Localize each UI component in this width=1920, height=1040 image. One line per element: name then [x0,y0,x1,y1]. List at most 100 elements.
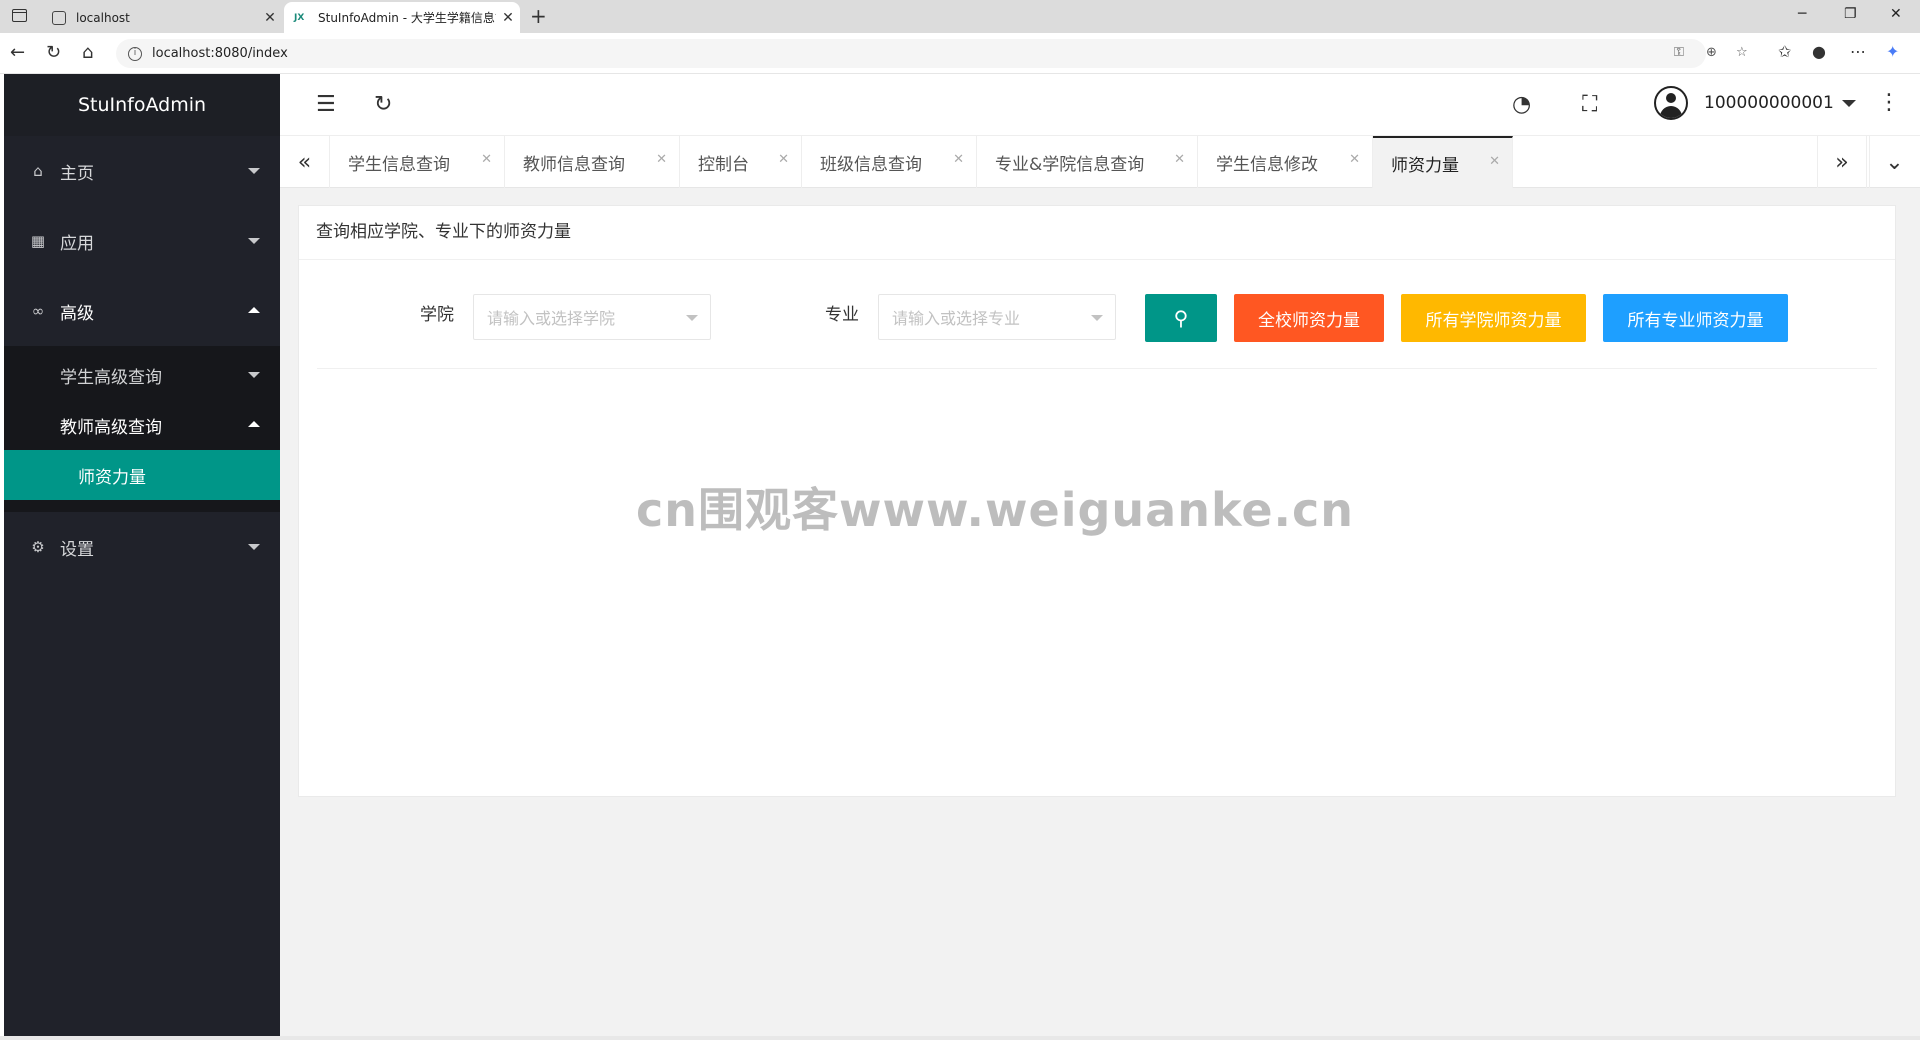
chevron-down-icon [686,315,698,321]
tab-student-info[interactable]: 学生信息查询 ✕ [330,136,505,188]
user-menu[interactable]: 100000000001 [1654,86,1856,120]
college-select[interactable]: 请输入或选择学院 [473,294,711,340]
all-school-faculty-button[interactable]: 全校师资力量 [1234,294,1384,342]
home-icon: ⌂ [33,162,43,180]
back-icon[interactable]: ← [10,42,25,63]
profile-icon[interactable]: ● [1812,42,1826,61]
search-icon: ⚲ [1173,306,1189,330]
zoom-icon[interactable]: ⊕ [1706,45,1717,60]
page-tabs-bar: « 学生信息查询 ✕ 教师信息查询 ✕ 控制台 ✕ 班级信息查询 ✕ 专业&学院… [280,136,1920,188]
tab-student-edit[interactable]: 学生信息修改 ✕ [1198,136,1373,188]
url-text: localhost:8080/index [152,46,288,61]
app-logo[interactable]: StuInfoAdmin [4,74,280,136]
copilot-icon[interactable]: ✦ [1886,42,1899,61]
tab-class-info[interactable]: 班级信息查询 ✕ [802,136,977,188]
sidebar-item-apps[interactable]: ▦ 应用 [4,206,280,276]
chevron-up-icon [248,307,260,313]
sidebar-item-home[interactable]: ⌂ 主页 [4,136,280,206]
info-icon[interactable]: i [128,46,142,61]
tab-label: 学生信息修改 [1216,154,1318,175]
close-tab-icon[interactable]: ✕ [258,10,282,26]
tab-faculty-strength[interactable]: 师资力量 ✕ [1373,136,1513,188]
tab-major-college-info[interactable]: 专业&学院信息查询 ✕ [977,136,1198,188]
all-majors-faculty-button[interactable]: 所有专业师资力量 [1603,294,1788,342]
major-select[interactable]: 请输入或选择专业 [878,294,1116,340]
chevron-down-icon [1841,99,1856,107]
search-button[interactable]: ⚲ [1145,294,1217,342]
avatar [1654,86,1688,120]
more-icon[interactable]: ⋯ [1850,42,1866,61]
divider [317,368,1877,369]
close-icon[interactable]: ✕ [1174,152,1185,167]
window-menu-icon[interactable] [12,9,27,22]
favorite-star-icon[interactable]: ☆ [1736,45,1748,60]
close-icon[interactable]: ✕ [1349,152,1360,167]
tab-label: 专业&学院信息查询 [995,154,1145,175]
more-vertical-icon[interactable]: ⋮ [1878,90,1900,115]
close-icon[interactable]: ✕ [778,152,789,167]
chevron-down-icon [248,372,260,378]
browser-tab-localhost[interactable]: localhost ✕ [42,2,282,33]
new-tab-button[interactable]: + [530,4,547,28]
college-placeholder: 请输入或选择学院 [487,309,616,328]
chevron-up-icon [248,421,260,427]
browser-tab-title: localhost [76,10,130,25]
key-icon[interactable]: ⚿ [1674,45,1684,60]
chevron-down-icon [248,544,260,550]
college-label: 学院 [420,305,454,325]
restore-button[interactable]: ❐ [1844,6,1857,22]
all-colleges-faculty-button[interactable]: 所有学院师资力量 [1401,294,1586,342]
home-icon[interactable]: ⌂ [82,42,93,63]
minimize-button[interactable]: ─ [1798,6,1806,22]
favorites-icon[interactable]: ✩ [1778,42,1791,61]
top-header: ☰ ↻ ◔ ⛶ 100000000001 ⋮ [280,74,1920,136]
close-window-button[interactable]: ✕ [1890,6,1902,22]
tab-options-icon[interactable]: ⌄ [1869,136,1919,188]
tab-teacher-info[interactable]: 教师信息查询 ✕ [505,136,680,188]
fullscreen-icon[interactable]: ⛶ [1582,92,1597,117]
close-tab-icon[interactable]: ✕ [496,10,520,26]
main-content: 查询相应学院、专业下的师资力量 学院 请输入或选择学院 专业 请输入或选择专业 … [280,188,1920,1036]
sidebar-item-label: 主页 [60,163,94,184]
sidebar-item-label: 高级 [60,303,94,324]
sidebar-item-faculty-strength[interactable]: 师资力量 [4,450,280,500]
chevron-down-icon [248,168,260,174]
sidebar-item-label: 设置 [60,539,94,560]
sidebar-item-advanced[interactable]: ∞ 高级 [4,276,280,346]
sidebar-item-label: 应用 [60,233,94,254]
sidebar-item-label: 教师高级查询 [60,417,162,438]
sidebar: StuInfoAdmin ⌂ 主页 ▦ 应用 ∞ 高级 学生高级查询 教师高级查… [4,74,280,1036]
browser-tabstrip: localhost ✕ JX StuInfoAdmin - 大学生学籍信息管 ✕… [0,0,1920,33]
close-icon[interactable]: ✕ [656,152,667,167]
sidebar-item-student-advanced[interactable]: 学生高级查询 [4,350,280,400]
close-icon[interactable]: ✕ [481,152,492,167]
browser-toolbar: ← ↻ ⌂ i localhost:8080/index ⚿ ⊕ ☆ ✩ ● ⋯… [0,33,1920,74]
sidebar-item-label: 师资力量 [78,467,146,488]
tab-label: 学生信息查询 [348,154,450,175]
close-icon[interactable]: ✕ [1489,154,1500,169]
tab-label: 师资力量 [1391,155,1459,176]
page-icon [52,10,66,25]
site-favicon: JX [294,12,305,23]
theme-palette-icon[interactable]: ◔ [1512,92,1531,117]
tab-label: 班级信息查询 [820,154,922,175]
browser-tab-title: StuInfoAdmin - 大学生学籍信息管 [318,11,496,25]
refresh-icon[interactable]: ↻ [374,92,392,117]
apps-icon: ▦ [30,232,46,250]
menu-collapse-icon[interactable]: ☰ [316,92,336,117]
scroll-left-icon[interactable]: « [280,136,330,188]
sidebar-item-teacher-advanced[interactable]: 教师高级查询 [4,400,280,450]
card-title: 查询相应学院、专业下的师资力量 [299,206,1895,260]
scroll-right-icon[interactable]: » [1817,136,1867,188]
watermark: cn围观客www.weiguanke.cn [636,483,1355,537]
sidebar-item-settings[interactable]: ⚙ 设置 [4,512,280,582]
major-label: 专业 [825,305,859,325]
reload-icon[interactable]: ↻ [46,42,61,63]
address-bar[interactable]: i localhost:8080/index ⚿ ⊕ ☆ [116,39,1748,68]
browser-tab-stuinfoadmin[interactable]: JX StuInfoAdmin - 大学生学籍信息管 ✕ [284,2,520,33]
close-icon[interactable]: ✕ [953,152,964,167]
chevron-down-icon [248,238,260,244]
gear-icon: ⚙ [31,538,45,556]
major-placeholder: 请输入或选择专业 [892,309,1021,328]
tab-console[interactable]: 控制台 ✕ [680,136,802,188]
